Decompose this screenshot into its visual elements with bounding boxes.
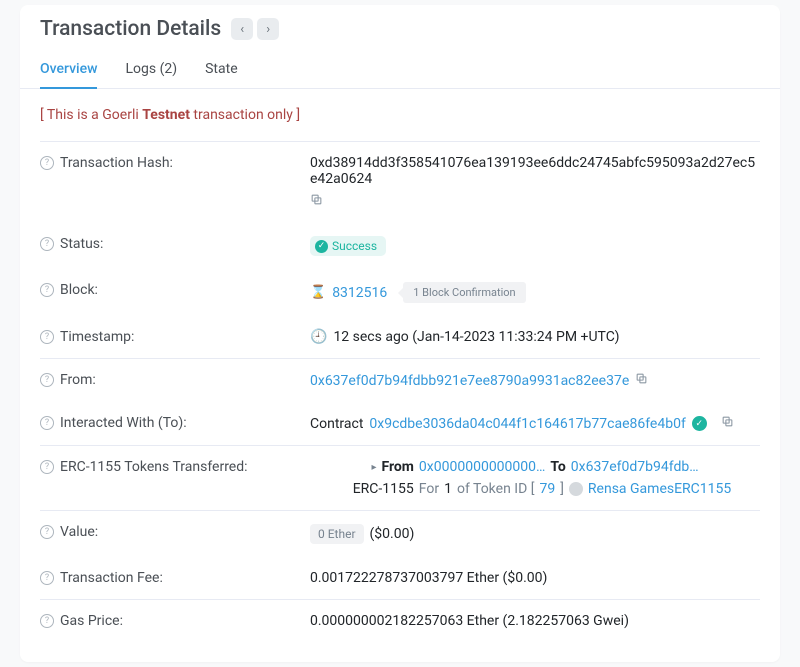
tab-overview[interactable]: Overview	[40, 51, 97, 89]
value-gas: 0.000000002182257063 Ether (2.182257063 …	[310, 613, 629, 629]
row-to: ? Interacted With (To): Contract 0x9cdbe…	[20, 402, 780, 445]
help-icon[interactable]: ?	[40, 237, 54, 251]
transfer-to-link[interactable]: 0x637ef0d7b94fdb…	[571, 459, 699, 475]
tab-state[interactable]: State	[205, 51, 238, 89]
for-text: For	[419, 481, 439, 497]
label-from: From:	[60, 372, 96, 388]
notice-suffix: transaction only ]	[190, 107, 300, 123]
help-icon[interactable]: ?	[40, 330, 54, 344]
bracket-close: ]	[560, 481, 564, 497]
next-tx-button[interactable]: ›	[257, 18, 279, 40]
value-fee: 0.001722278737003797 Ether ($0.00)	[310, 570, 547, 586]
copy-icon[interactable]	[721, 415, 734, 432]
help-icon[interactable]: ?	[40, 525, 54, 539]
help-icon[interactable]: ?	[40, 156, 54, 170]
status-badge: ✓ Success	[310, 236, 386, 256]
help-icon[interactable]: ?	[40, 416, 54, 430]
verified-icon: ✓	[692, 416, 707, 431]
help-icon[interactable]: ?	[40, 283, 54, 297]
from-address-link[interactable]: 0x637ef0d7b94fdbb921e7ee8790a9931ac82ee3…	[310, 373, 629, 389]
to-address-link[interactable]: 0x9cdbe3036da04c044f1c164617b77cae86fe4b…	[369, 416, 685, 432]
token-icon	[569, 482, 583, 496]
label-timestamp: Timestamp:	[60, 329, 134, 345]
row-tx-hash: ? Transaction Hash: 0xd38914dd3f35854107…	[20, 142, 780, 223]
help-icon[interactable]: ?	[40, 614, 54, 628]
of-token-text: of Token ID [	[457, 481, 534, 497]
row-value: ? Value: 0 Ether ($0.00)	[20, 511, 780, 557]
notice-prefix: [ This is a Goerli	[40, 107, 142, 123]
erc1155-text: ERC-1155	[353, 481, 414, 497]
row-timestamp: ? Timestamp: 🕘 12 secs ago (Jan-14-2023 …	[20, 316, 780, 358]
status-text: Success	[332, 239, 377, 253]
transfer-line-1: ▸ From 0x0000000000000… To 0x637ef0d7b94…	[371, 459, 698, 475]
help-icon[interactable]: ?	[40, 373, 54, 387]
label-block: Block:	[60, 282, 98, 298]
page-header: Transaction Details ‹ ›	[20, 17, 780, 51]
notice-bold: Testnet	[142, 107, 190, 123]
label-erc1155: ERC-1155 Tokens Transferred:	[60, 459, 248, 475]
block-link[interactable]: 8312516	[332, 285, 387, 301]
label-fee: Transaction Fee:	[60, 570, 163, 586]
hourglass-icon: ⌛	[310, 285, 326, 300]
token-id-link[interactable]: 79	[539, 481, 555, 497]
label-gas: Gas Price:	[60, 613, 123, 629]
confirmation-badge: 1 Block Confirmation	[403, 282, 525, 303]
label-value: Value:	[60, 524, 98, 540]
value-ether-badge: 0 Ether	[310, 524, 364, 544]
page-title: Transaction Details	[40, 17, 221, 41]
value-usd: ($0.00)	[370, 526, 415, 542]
token-name-link[interactable]: Rensa GamesERC1155	[588, 481, 731, 497]
transfer-from-link[interactable]: 0x0000000000000…	[419, 459, 545, 475]
copy-icon[interactable]	[635, 372, 648, 389]
label-status: Status:	[60, 236, 103, 252]
prev-tx-button[interactable]: ‹	[231, 18, 253, 40]
row-gas: ? Gas Price: 0.000000002182257063 Ether …	[20, 600, 780, 642]
transfer-line-2: ERC-1155 For 1 of Token ID [ 79] Rensa Ga…	[339, 481, 732, 497]
help-icon[interactable]: ?	[40, 460, 54, 474]
copy-icon[interactable]	[310, 193, 323, 210]
tabs: Overview Logs (2) State	[20, 51, 780, 89]
to-prefix: Contract	[310, 416, 363, 432]
transfer-from-label: From	[381, 459, 413, 475]
transfer-to-label: To	[550, 459, 565, 475]
row-from: ? From: 0x637ef0d7b94fdbb921e7ee8790a993…	[20, 359, 780, 402]
value-tx-hash: 0xd38914dd3f358541076ea139193ee6ddc24745…	[310, 155, 760, 187]
caret-right-icon: ▸	[371, 462, 376, 473]
transaction-card: Transaction Details ‹ › Overview Logs (2…	[20, 5, 780, 662]
amount-text: 1	[444, 481, 452, 497]
check-icon: ✓	[315, 240, 328, 253]
row-erc1155: ? ERC-1155 Tokens Transferred: ▸ From 0x…	[20, 446, 780, 510]
label-to: Interacted With (To):	[60, 415, 187, 431]
tab-logs[interactable]: Logs (2)	[125, 51, 177, 89]
row-block: ? Block: ⌛ 8312516 1 Block Confirmation	[20, 269, 780, 316]
clock-icon: 🕘	[310, 329, 327, 345]
testnet-notice: [ This is a Goerli Testnet transaction o…	[20, 89, 780, 141]
help-icon[interactable]: ?	[40, 571, 54, 585]
label-tx-hash: Transaction Hash:	[60, 155, 173, 171]
value-timestamp: 12 secs ago (Jan-14-2023 11:33:24 PM +UT…	[333, 329, 619, 345]
row-status: ? Status: ✓ Success	[20, 223, 780, 269]
row-fee: ? Transaction Fee: 0.001722278737003797 …	[20, 557, 780, 599]
